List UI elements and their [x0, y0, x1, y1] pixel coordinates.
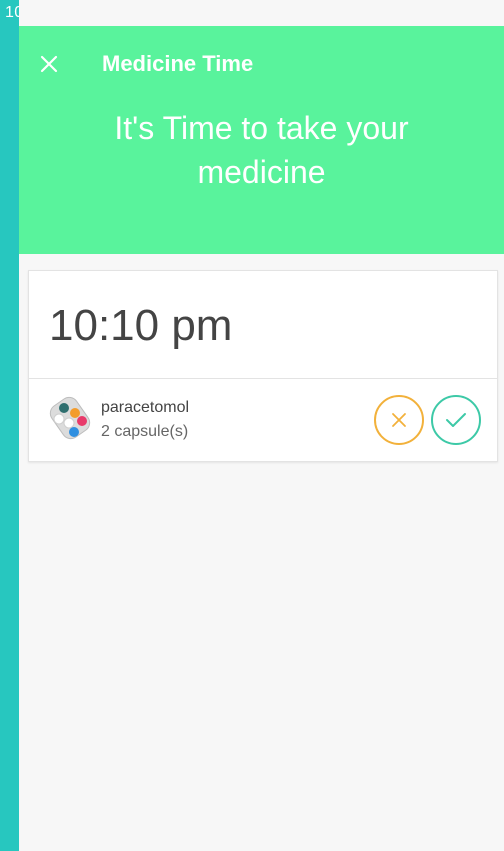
check-icon — [446, 413, 466, 427]
skip-button[interactable] — [374, 395, 424, 445]
take-button[interactable] — [431, 395, 481, 445]
app-screen: Medicine Time It's Time to take your med… — [19, 0, 504, 851]
medicine-item: paracetomol 2 capsule(s) — [29, 379, 497, 461]
header: Medicine Time It's Time to take your med… — [19, 26, 504, 254]
close-icon — [40, 55, 58, 73]
medicine-dose: 2 capsule(s) — [101, 423, 189, 440]
x-icon — [392, 413, 406, 427]
close-button[interactable] — [33, 48, 65, 80]
reminder-card: 10:10 pm paracetomol 2 capsule(s) — [28, 270, 498, 462]
page-title: Medicine Time — [102, 51, 254, 76]
pill-pack-icon — [49, 396, 91, 440]
reminder-time: 10:10 pm — [49, 301, 233, 350]
medicine-name: paracetomol — [101, 399, 190, 416]
reminder-message: It's Time to take your medicine — [114, 110, 409, 190]
